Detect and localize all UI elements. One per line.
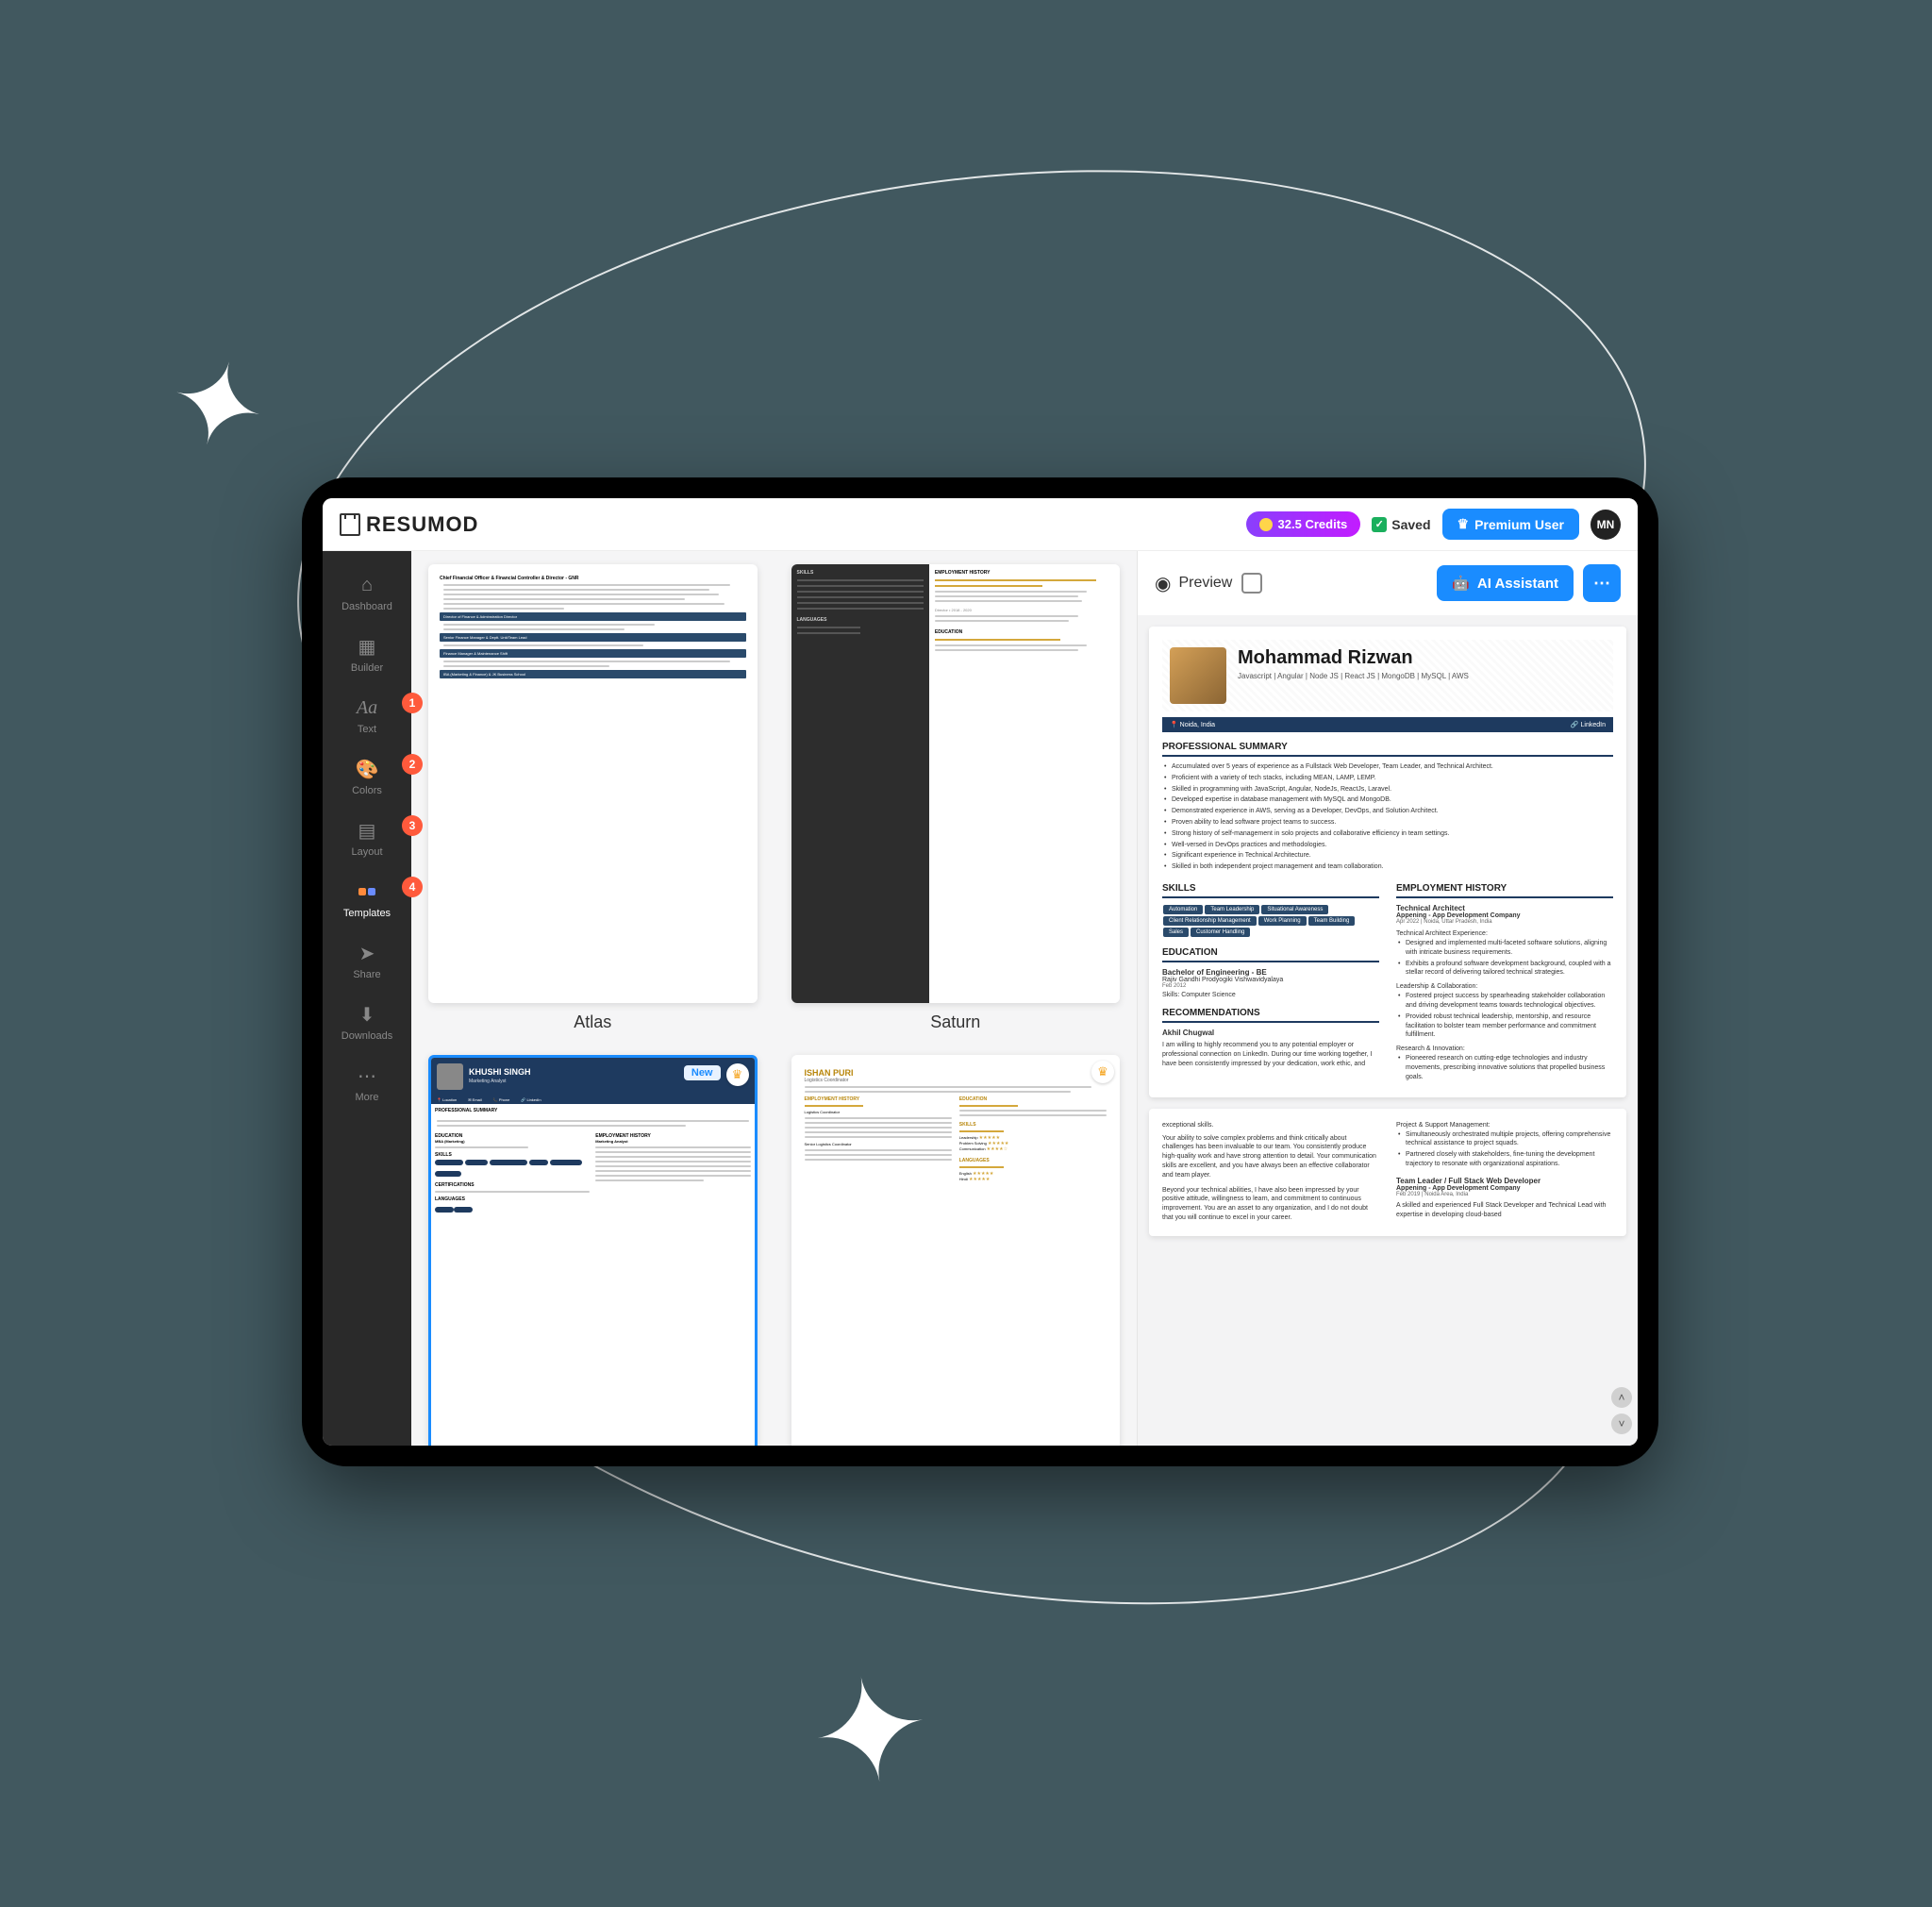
sidebar-item-colors[interactable]: 🎨 Colors 2 [323,746,411,808]
section-title: EMPLOYMENT HISTORY [1396,883,1613,898]
resume-linkedin: 🔗 LinkedIn [1571,721,1606,728]
layout-icon: ▤ [356,819,378,842]
sidebar-item-text[interactable]: Aa Text 1 [323,685,411,746]
decorative-star: ✦ [157,339,277,473]
template-card-atlas[interactable]: Chief Financial Officer & Financial Cont… [428,564,758,1032]
scroll-up-button[interactable]: ˄ [1611,1387,1632,1408]
resume-scroll-area[interactable]: Mohammad Rizwan Javascript | Angular | N… [1138,615,1638,1446]
preview-toolbar: ◉ Preview 🤖 AI Assistant ⋯ [1138,551,1638,615]
expand-button[interactable] [1241,573,1262,594]
step-badge: 4 [402,877,423,897]
app-screen: RESUMOD 32.5 Credits ✓ Saved ♛ Premium U… [323,498,1638,1446]
scroll-down-button[interactable]: ˅ [1611,1414,1632,1434]
check-icon: ✓ [1372,517,1387,532]
saved-indicator: ✓ Saved [1372,517,1430,532]
resume-photo [1170,647,1226,704]
credits-label: 32.5 Credits [1278,517,1348,531]
sidebar-item-share[interactable]: ➤ Share [323,930,411,992]
home-icon: ⌂ [356,574,378,596]
template-name: Atlas [574,1012,611,1032]
step-badge: 3 [402,815,423,836]
decorative-star: ✦ [800,1651,941,1812]
template-name: Saturn [930,1012,980,1032]
premium-button[interactable]: ♛ Premium User [1442,509,1580,540]
template-card-saturn[interactable]: SKILLS LANGUAGES EMPLOYMENT HISTORY Dire… [791,564,1121,1032]
top-bar: RESUMOD 32.5 Credits ✓ Saved ♛ Premium U… [323,498,1638,551]
text-icon: Aa [356,696,378,719]
sidebar-item-more[interactable]: ⋯ More [323,1053,411,1114]
robot-icon: 🤖 [1452,575,1470,592]
tablet-frame: RESUMOD 32.5 Credits ✓ Saved ♛ Premium U… [302,477,1658,1466]
template-gallery[interactable]: Chief Financial Officer & Financial Cont… [411,551,1138,1446]
ai-assistant-button[interactable]: 🤖 AI Assistant [1437,565,1574,601]
step-badge: 1 [402,693,423,713]
sidebar-item-builder[interactable]: ▦ Builder [323,624,411,685]
crown-icon: ♛ [1457,516,1470,532]
palette-icon: 🎨 [356,758,378,780]
grid-icon: ▦ [356,635,378,658]
step-badge: 2 [402,754,423,775]
user-avatar[interactable]: MN [1591,510,1621,540]
template-thumb: SKILLS LANGUAGES EMPLOYMENT HISTORY Dire… [791,564,1121,1003]
templates-icon [356,880,378,903]
template-card-comet[interactable]: ♛ New KHUSHI SINGH Marketing Analyst 📍 L… [428,1055,758,1446]
eye-icon: ◉ [1155,572,1171,595]
more-icon: ⋯ [356,1064,378,1087]
crown-icon: ♛ [726,1063,749,1086]
crown-icon: ♛ [1091,1061,1114,1083]
template-thumb: Chief Financial Officer & Financial Cont… [428,564,758,1003]
resume-page-2: exceptional skills. Your ability to solv… [1149,1109,1626,1236]
sidebar: ⌂ Dashboard ▦ Builder Aa Text 1 🎨 Colors… [323,551,411,1446]
share-icon: ➤ [356,942,378,964]
new-badge: New [684,1065,721,1080]
resume-tagline: Javascript | Angular | Node JS | React J… [1238,672,1606,680]
resume-name: Mohammad Rizwan [1238,647,1606,668]
sidebar-item-layout[interactable]: ▤ Layout 3 [323,808,411,869]
more-options-button[interactable]: ⋯ [1583,564,1621,602]
sidebar-item-templates[interactable]: Templates 4 [323,869,411,930]
preview-panel: ◉ Preview 🤖 AI Assistant ⋯ Mohammad Rizw… [1138,551,1638,1446]
download-icon: ⬇ [356,1003,378,1026]
template-card-titan[interactable]: ♛ ISHAN PURI Logistics Coordinator EMPLO… [791,1055,1121,1446]
section-title: RECOMMENDATIONS [1162,1008,1379,1023]
template-thumb: ♛ ISHAN PURI Logistics Coordinator EMPLO… [791,1055,1121,1446]
saved-label: Saved [1391,517,1430,532]
section-title: PROFESSIONAL SUMMARY [1162,742,1613,757]
sidebar-item-dashboard[interactable]: ⌂ Dashboard [323,562,411,624]
section-title: EDUCATION [1162,947,1379,962]
preview-label: Preview [1178,575,1232,592]
brand-logo[interactable]: RESUMOD [340,512,478,537]
resume-page-1: Mohammad Rizwan Javascript | Angular | N… [1149,627,1626,1097]
logo-icon [340,513,360,536]
credits-pill[interactable]: 32.5 Credits [1246,511,1361,537]
brand-name: RESUMOD [366,512,478,537]
section-title: SKILLS [1162,883,1379,898]
sidebar-item-downloads[interactable]: ⬇ Downloads [323,992,411,1053]
template-thumb: ♛ New KHUSHI SINGH Marketing Analyst 📍 L… [428,1055,758,1446]
premium-label: Premium User [1474,517,1564,532]
resume-location: 📍 Noida, India [1170,721,1215,728]
